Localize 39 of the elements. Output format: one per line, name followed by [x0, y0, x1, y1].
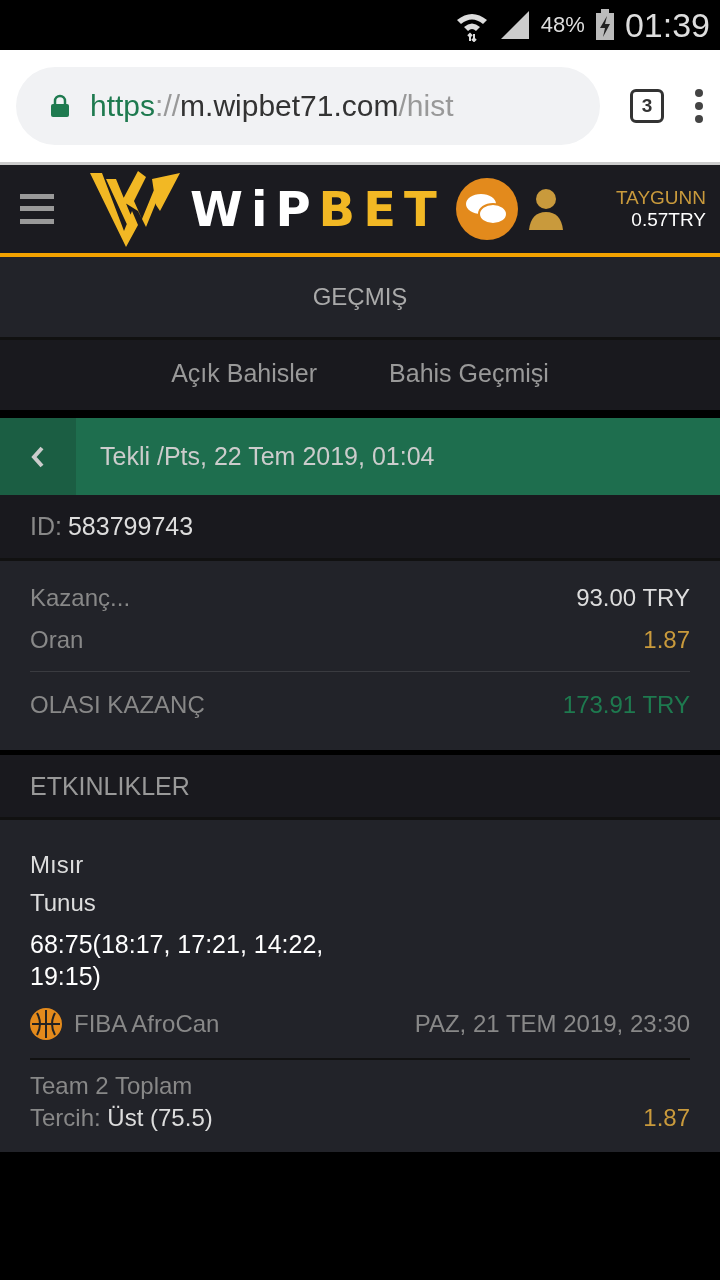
total-value: 173.91 TRY	[562, 691, 690, 719]
market-name: Team 2 Toplam	[30, 1072, 194, 1100]
lock-icon	[50, 94, 70, 118]
address-bar[interactable]: https://m.wipbet71.com/hist	[16, 67, 600, 145]
event-date: PAZ, 21 TEM 2019, 23:30	[414, 1010, 690, 1038]
summary-value: 93.00 TRY	[576, 584, 690, 612]
league-name: FIBA AfroCan	[74, 1010, 220, 1038]
back-icon	[31, 445, 45, 468]
basketball-icon	[30, 1008, 62, 1040]
summary-label: Kazanç...	[30, 584, 131, 612]
balance: 0.57TRY	[631, 209, 706, 231]
clock: 01:39	[624, 5, 710, 45]
menu-icon[interactable]	[20, 194, 54, 224]
logo-text: WiP BET	[190, 181, 445, 237]
username: TAYGUNN	[615, 187, 706, 209]
summary-label: Oran	[30, 626, 84, 654]
tab[interactable]: Açık Bahisler	[165, 340, 324, 410]
id-label: ID:	[30, 512, 62, 541]
pick-value: Üst (75.5)	[107, 1104, 213, 1131]
more-menu-icon[interactable]	[694, 88, 704, 124]
page-title: GEÇMIŞ	[0, 257, 720, 340]
pick-label: Tercih:	[30, 1104, 101, 1131]
battery-percent: 48%	[540, 12, 585, 38]
user-icon[interactable]	[528, 188, 563, 230]
score: 68:75(18:17, 17:21, 14:22, 19:15)	[30, 929, 325, 992]
url-text: https://m.wipbet71.com/hist	[90, 89, 454, 123]
battery-icon	[594, 9, 615, 41]
tab[interactable]: Bahis Geçmişi	[383, 340, 555, 410]
total-label: OLASI KAZANÇ	[30, 691, 205, 719]
home-team: Mısır	[30, 850, 85, 880]
bet-title: Tekli /Pts, 22 Tem 2019, 01:04	[100, 442, 435, 471]
bet-id: 583799743	[67, 512, 194, 541]
away-team: Tunus	[30, 888, 97, 918]
tab-count-button[interactable]: 3	[630, 89, 664, 123]
logo-icon	[90, 171, 182, 247]
section-title: ETKINLIKLER	[0, 755, 720, 820]
chat-icon[interactable]	[454, 177, 519, 241]
summary-value: 1.87	[643, 626, 690, 654]
odds: 1.87	[643, 1104, 690, 1132]
